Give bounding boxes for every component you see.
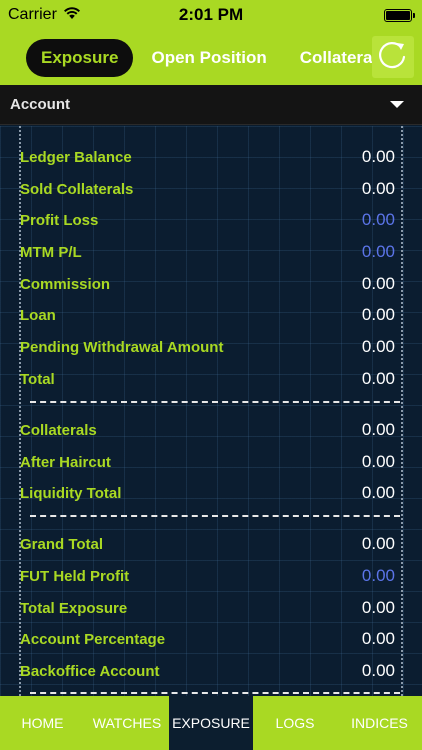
row-value: 0.00 [361,147,395,166]
row-after-haircut: After Haircut 0.00 [20,449,395,475]
row-total-exposure: Total Exposure 0.00 [20,595,395,621]
row-value: 0.00 [361,305,395,324]
row-loan: Loan 0.00 [20,302,395,328]
row-label: Liquidity Total [20,484,122,502]
row-value: 0.00 [361,598,395,617]
row-value: 0.00 [361,629,395,648]
tab-collateral[interactable]: Collateral [300,48,377,68]
row-label: MTM P/L [20,243,82,261]
row-sold-collaterals: Sold Collaterals 0.00 [20,176,395,202]
row-value: 0.00 [361,420,395,439]
refresh-button[interactable] [372,36,414,78]
bottom-nav-bar: HOME WATCHES EXPOSURE LOGS INDICES [0,696,422,750]
section-divider [30,401,400,405]
chevron-down-icon[interactable] [390,101,404,108]
row-fut-held-profit: FUT Held Profit 0.00 [20,563,395,589]
tab-open-position[interactable]: Open Position [151,48,266,68]
row-backoffice-account: Backoffice Account 0.00 [20,658,395,684]
carrier-label: Carrier [8,6,57,23]
row-total: Total 0.00 [20,366,395,392]
row-label: Sold Collaterals [20,180,134,198]
row-label: Total [20,370,55,388]
row-mtm-pl: MTM P/L 0.00 [20,239,395,265]
row-value: 0.00 [361,483,395,502]
row-ledger-balance: Ledger Balance 0.00 [20,144,395,170]
row-grand-total: Grand Total 0.00 [20,531,395,557]
exposure-content[interactable]: Ledger Balance 0.00 Sold Collaterals 0.0… [0,126,422,696]
wifi-icon [63,6,81,25]
nav-home[interactable]: HOME [0,696,85,750]
tab-exposure[interactable]: Exposure [26,38,134,77]
row-value: 0.00 [361,179,395,198]
row-account-percentage: Account Percentage 0.00 [20,626,395,652]
row-label: Commission [20,275,111,293]
row-commission: Commission 0.00 [20,271,395,297]
row-value: 0.00 [361,242,395,261]
row-value: 0.00 [361,534,395,553]
row-label: Backoffice Account [20,662,160,680]
row-collaterals: Collaterals 0.00 [20,417,395,443]
nav-logs[interactable]: LOGS [253,696,337,750]
row-value: 0.00 [361,566,395,585]
row-label: Total Exposure [20,599,128,617]
section-divider [30,515,400,519]
row-label: Loan [20,306,56,324]
nav-exposure[interactable]: EXPOSURE [169,696,253,750]
row-label: Account Percentage [20,630,166,648]
row-label: Pending Withdrawal Amount [20,338,224,356]
battery-icon [384,8,415,22]
row-label: Grand Total [20,535,104,553]
row-value: 0.00 [361,369,395,388]
row-value: 0.00 [361,661,395,680]
row-label: Profit Loss [20,211,99,229]
account-selector-label: Account [10,96,70,113]
row-label: FUT Held Profit [20,567,130,585]
row-pending-withdrawal-amount: Pending Withdrawal Amount 0.00 [20,334,395,360]
top-tab-bar: Exposure Open Position Collateral [0,30,422,85]
nav-watches[interactable]: WATCHES [85,696,169,750]
row-value: 0.00 [361,452,395,471]
row-value: 0.00 [361,210,395,229]
row-label: After Haircut [20,453,111,471]
row-liquidity-total: Liquidity Total 0.00 [20,480,395,506]
row-value: 0.00 [361,337,395,356]
row-label: Collaterals [20,421,97,439]
row-value: 0.00 [361,274,395,293]
refresh-icon [376,38,410,77]
row-label: Ledger Balance [20,148,132,166]
status-bar: Carrier 2:01 PM [0,0,422,30]
nav-indices[interactable]: INDICES [337,696,422,750]
row-profit-loss: Profit Loss 0.00 [20,207,395,233]
account-selector[interactable]: Account [0,85,422,125]
